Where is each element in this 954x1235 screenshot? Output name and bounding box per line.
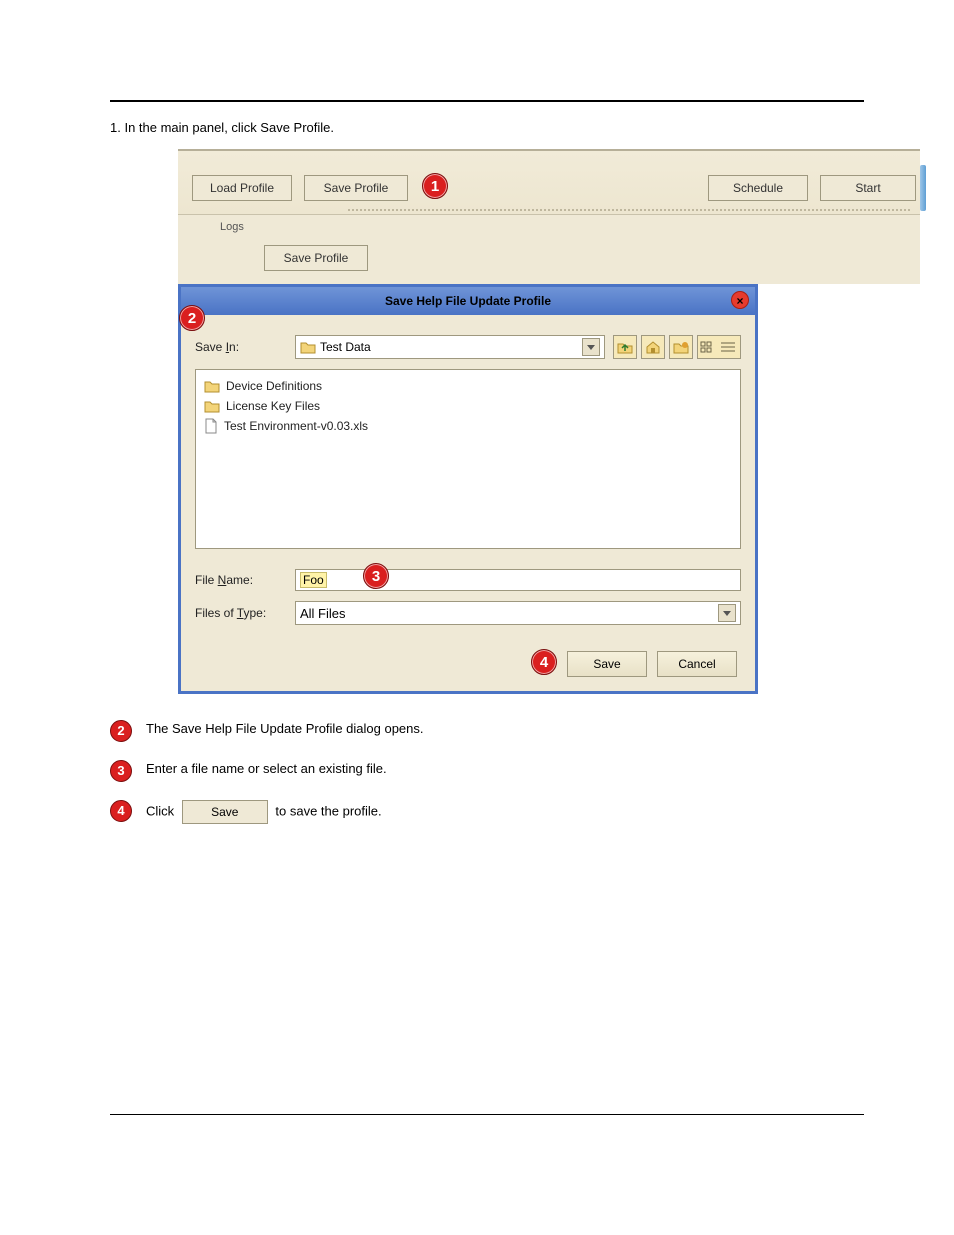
- step-3: 3 Enter a file name or select an existin…: [110, 760, 864, 782]
- callout-1: 1: [422, 173, 448, 199]
- schedule-button[interactable]: Schedule: [708, 175, 808, 201]
- callout-3: 3: [363, 563, 389, 589]
- home-icon[interactable]: [641, 335, 665, 359]
- dialog-title-text: Save Help File Update Profile: [385, 294, 551, 308]
- cancel-button[interactable]: Cancel: [657, 651, 737, 677]
- file-type-label: Files of Type:: [195, 606, 295, 620]
- folder-icon: [204, 399, 220, 413]
- screenshot-panel: Load Profile Save Profile 1 Schedule Sta…: [178, 149, 920, 694]
- step-number: 4: [110, 800, 132, 822]
- list-item[interactable]: Test Environment-v0.03.xls: [204, 416, 732, 436]
- dialog-title-bar: Save Help File Update Profile ×: [181, 287, 755, 315]
- view-icons-toggle[interactable]: [697, 335, 741, 359]
- up-folder-icon[interactable]: [613, 335, 637, 359]
- folder-icon: [300, 340, 316, 354]
- footer-rule: [110, 1114, 864, 1115]
- save-button-inline: Save: [182, 800, 268, 824]
- save-in-label: Save In:: [195, 340, 295, 354]
- file-name-input[interactable]: Foo: [295, 569, 741, 591]
- main-toolbar: Load Profile Save Profile 1 Schedule Sta…: [178, 149, 920, 214]
- list-item[interactable]: License Key Files: [204, 396, 732, 416]
- file-type-value: All Files: [300, 606, 346, 621]
- load-profile-button[interactable]: Load Profile: [192, 175, 292, 201]
- logs-label: Logs: [220, 221, 244, 233]
- step-number: 2: [110, 720, 132, 742]
- step-number: 3: [110, 760, 132, 782]
- save-in-combobox[interactable]: Test Data: [295, 335, 605, 359]
- step-2: 2 The Save Help File Update Profile dial…: [110, 720, 864, 742]
- list-item[interactable]: Device Definitions: [204, 376, 732, 396]
- step-text: The Save Help File Update Profile dialog…: [146, 720, 864, 738]
- logs-strip: Logs Save Profile: [178, 214, 920, 284]
- step-4: 4 Click Save to save the profile.: [110, 800, 864, 824]
- callout-2: 2: [179, 305, 205, 331]
- file-icon: [204, 418, 218, 434]
- start-button[interactable]: Start: [820, 175, 916, 201]
- save-button[interactable]: Save: [567, 651, 647, 677]
- instruction-step-1: 1. In the main panel, click Save Profile…: [110, 120, 864, 135]
- scrollbar-fragment: [920, 165, 926, 211]
- save-profile-button-secondary[interactable]: Save Profile: [264, 245, 368, 271]
- step-text: Enter a file name or select an existing …: [146, 760, 864, 778]
- header-rule: [110, 100, 864, 120]
- save-in-row: Save In: Test Data: [195, 335, 741, 359]
- file-name-row: File Name: Foo 3: [195, 569, 741, 591]
- explanation-steps: 2 The Save Help File Update Profile dial…: [110, 720, 864, 824]
- callout-4: 4: [531, 649, 557, 675]
- chevron-down-icon[interactable]: [582, 338, 600, 356]
- save-dialog: 2 Save Help File Update Profile × Save I…: [178, 284, 758, 694]
- chevron-down-icon[interactable]: [718, 604, 736, 622]
- save-in-value: Test Data: [320, 340, 371, 354]
- close-icon[interactable]: ×: [731, 291, 749, 309]
- file-type-row: Files of Type: All Files: [195, 601, 741, 625]
- new-folder-icon[interactable]: [669, 335, 693, 359]
- save-profile-button[interactable]: Save Profile: [304, 175, 408, 201]
- file-list[interactable]: Device Definitions License Key Files Tes…: [195, 369, 741, 549]
- file-name-value: Foo: [300, 572, 327, 588]
- dialog-actions: 4 Save Cancel: [195, 651, 741, 681]
- dotted-cut-line: [348, 209, 910, 211]
- file-chooser-toolbar: [613, 335, 741, 359]
- step-text: Click Save to save the profile.: [146, 800, 864, 824]
- file-type-combobox[interactable]: All Files: [295, 601, 741, 625]
- file-name-label: File Name:: [195, 573, 295, 587]
- folder-icon: [204, 379, 220, 393]
